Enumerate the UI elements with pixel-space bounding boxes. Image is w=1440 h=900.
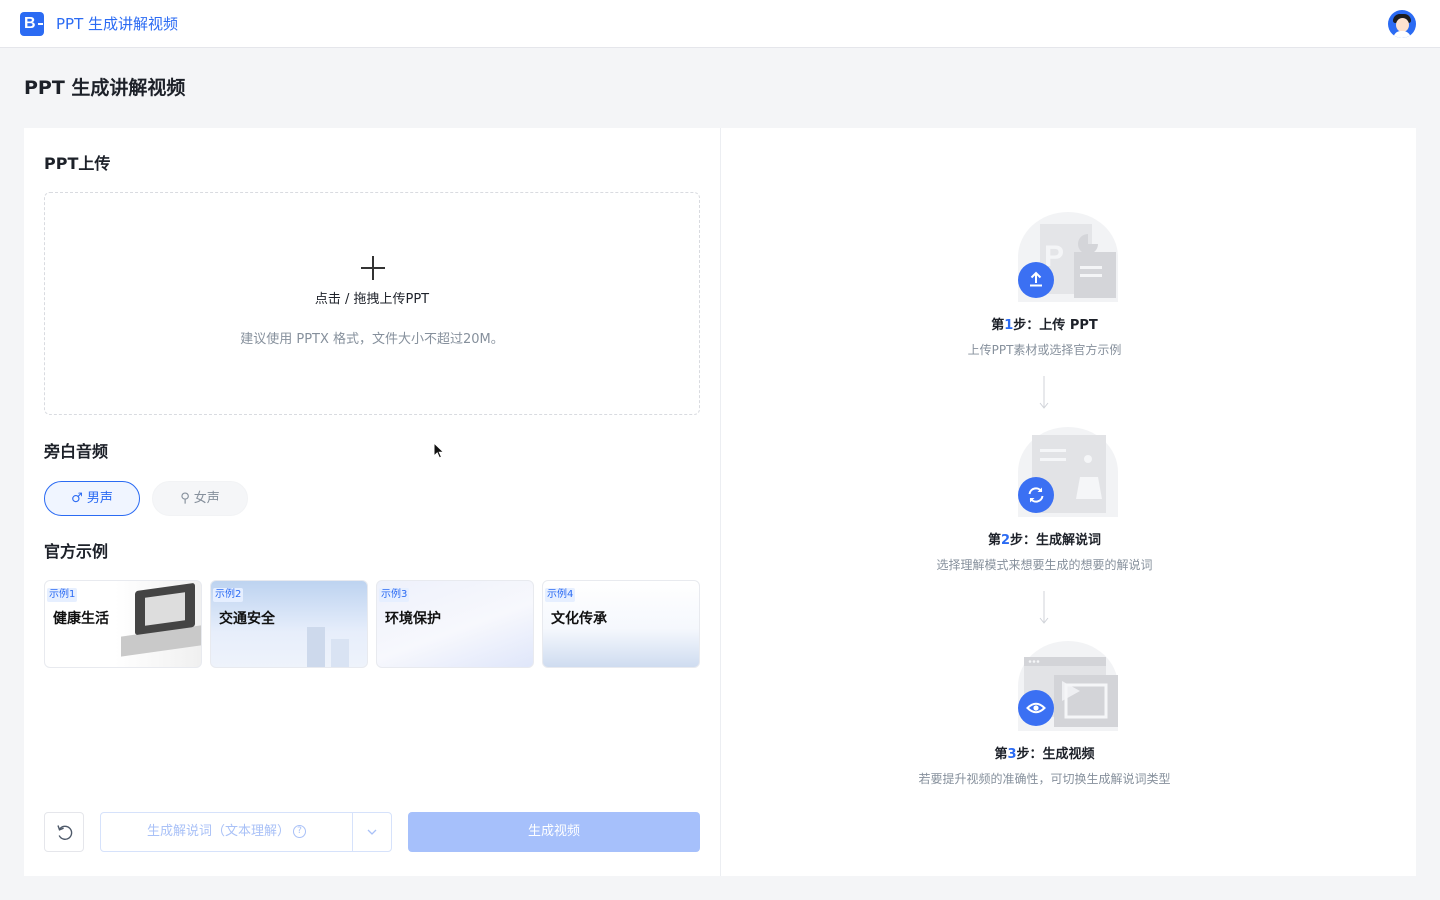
chevron-down-icon — [367, 829, 377, 835]
example-tag: 示例4 — [545, 588, 576, 602]
example-title: 交通安全 — [219, 611, 275, 627]
generate-script-button[interactable]: 生成解说词（文本理解）? — [101, 813, 353, 851]
eye-icon — [1018, 690, 1054, 726]
upload-section-title: PPT上传 — [44, 154, 111, 173]
mouse-cursor-icon — [433, 442, 445, 459]
upload-hint: 建议使用 PPTX 格式，文件大小不超过20M。 — [240, 332, 504, 347]
male-icon: ♂ — [71, 491, 83, 506]
step-3-description: 若要提升视频的准确性，可切换生成解说词类型 — [918, 772, 1171, 786]
step-3-title: 第3步：生成视频 — [994, 747, 1095, 762]
help-icon[interactable]: ? — [293, 825, 306, 838]
user-avatar[interactable] — [1388, 10, 1416, 38]
upload-instruction: 点击 / 拖拽上传PPT — [314, 292, 430, 307]
example-tag: 示例1 — [47, 588, 78, 602]
generate-script-label: 生成解说词（文本理解） — [146, 824, 290, 839]
plus-icon — [361, 256, 385, 280]
example-title: 环境保护 — [385, 611, 441, 627]
female-icon: ⚲ — [180, 491, 190, 506]
refresh-icon — [1018, 477, 1054, 513]
example-card-3[interactable]: 示例3 环境保护 — [376, 580, 534, 668]
voice-option-female[interactable]: ⚲ 女声 — [152, 481, 248, 516]
voice-option-label: 女声 — [193, 491, 220, 506]
arrow-down-icon — [1039, 376, 1049, 409]
reset-icon — [57, 825, 73, 840]
generate-video-button[interactable]: 生成视频 — [408, 812, 700, 852]
example-title: 健康生活 — [53, 611, 109, 627]
example-card-4[interactable]: 示例4 文化传承 — [542, 580, 700, 668]
step-2-description: 选择理解模式来想要生成的想要的解说词 — [936, 558, 1153, 572]
step-1-title: 第1步：上传 PPT — [991, 318, 1098, 333]
reset-button[interactable] — [44, 812, 84, 852]
examples-section-title: 官方示例 — [44, 542, 109, 561]
example-tag: 示例3 — [379, 588, 410, 602]
generate-mode-dropdown[interactable] — [353, 813, 391, 851]
voice-section-title: 旁白音频 — [44, 442, 109, 461]
app-title: PPT 生成讲解视频 — [56, 15, 179, 33]
example-title: 文化传承 — [551, 611, 607, 627]
building-image — [307, 627, 325, 667]
example-card-2[interactable]: 示例2 交通安全 — [210, 580, 368, 668]
example-tag: 示例2 — [213, 588, 244, 602]
step-1-description: 上传PPT素材或选择官方示例 — [967, 343, 1122, 357]
step-2-title: 第2步：生成解说词 — [987, 533, 1102, 548]
app-logo[interactable]: B — [20, 12, 44, 36]
arrow-down-icon — [1039, 591, 1049, 624]
example-card-1[interactable]: 示例1 健康生活 — [44, 580, 202, 668]
generate-script-split-button[interactable]: 生成解说词（文本理解）? — [100, 812, 392, 852]
page-title: PPT 生成讲解视频 — [24, 77, 186, 99]
voice-option-male[interactable]: ♂ 男声 — [44, 481, 140, 516]
top-bar: B PPT 生成讲解视频 — [0, 0, 1440, 48]
upload-icon — [1018, 262, 1054, 298]
ppt-upload-dropzone[interactable]: 点击 / 拖拽上传PPT 建议使用 PPTX 格式，文件大小不超过20M。 — [44, 192, 700, 415]
voice-option-label: 男声 — [86, 491, 113, 506]
